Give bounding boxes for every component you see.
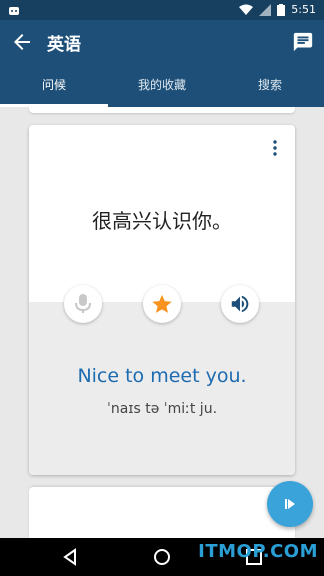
translation-panel xyxy=(29,302,295,475)
phonetic-text: ˈnaɪs tə ˈmiːt ju. xyxy=(106,401,218,417)
page-title: 英语 xyxy=(47,35,81,55)
back-arrow-icon[interactable] xyxy=(10,30,34,54)
battery-icon xyxy=(277,3,286,16)
more-options-icon[interactable] xyxy=(271,139,279,157)
play-icon xyxy=(285,499,295,509)
tab-favorites[interactable]: 我的收藏 xyxy=(108,64,216,107)
back-nav-icon[interactable] xyxy=(60,547,80,567)
tab-bar: 问候 我的收藏 搜索 xyxy=(0,64,324,107)
home-nav-icon[interactable] xyxy=(152,547,172,567)
tab-label: 搜索 xyxy=(257,78,282,92)
tab-greetings[interactable]: 问候 xyxy=(0,64,108,107)
translation-text: Nice to meet you. xyxy=(77,365,247,387)
watermark: ITMOP.COM xyxy=(198,541,318,562)
favorite-button[interactable] xyxy=(143,285,181,323)
speaker-icon xyxy=(231,295,249,313)
status-time: 5:51 xyxy=(291,3,316,16)
app-bar: 英语 xyxy=(0,20,324,64)
chat-icon[interactable] xyxy=(292,31,314,53)
tab-label: 我的收藏 xyxy=(137,78,186,92)
speaker-button[interactable] xyxy=(221,285,259,323)
star-icon xyxy=(152,294,172,313)
android-icon xyxy=(9,7,19,15)
play-all-button[interactable] xyxy=(267,481,313,527)
signal-icon xyxy=(259,3,272,16)
wifi-icon xyxy=(239,4,254,15)
phrase-text: 很高兴认识你。 xyxy=(92,209,232,233)
status-bar: 5:51 xyxy=(0,0,324,20)
previous-card xyxy=(29,107,295,113)
tab-search[interactable]: 搜索 xyxy=(216,64,324,107)
microphone-button[interactable] xyxy=(64,285,102,323)
tab-label: 问候 xyxy=(41,78,66,92)
microphone-icon xyxy=(75,294,91,313)
